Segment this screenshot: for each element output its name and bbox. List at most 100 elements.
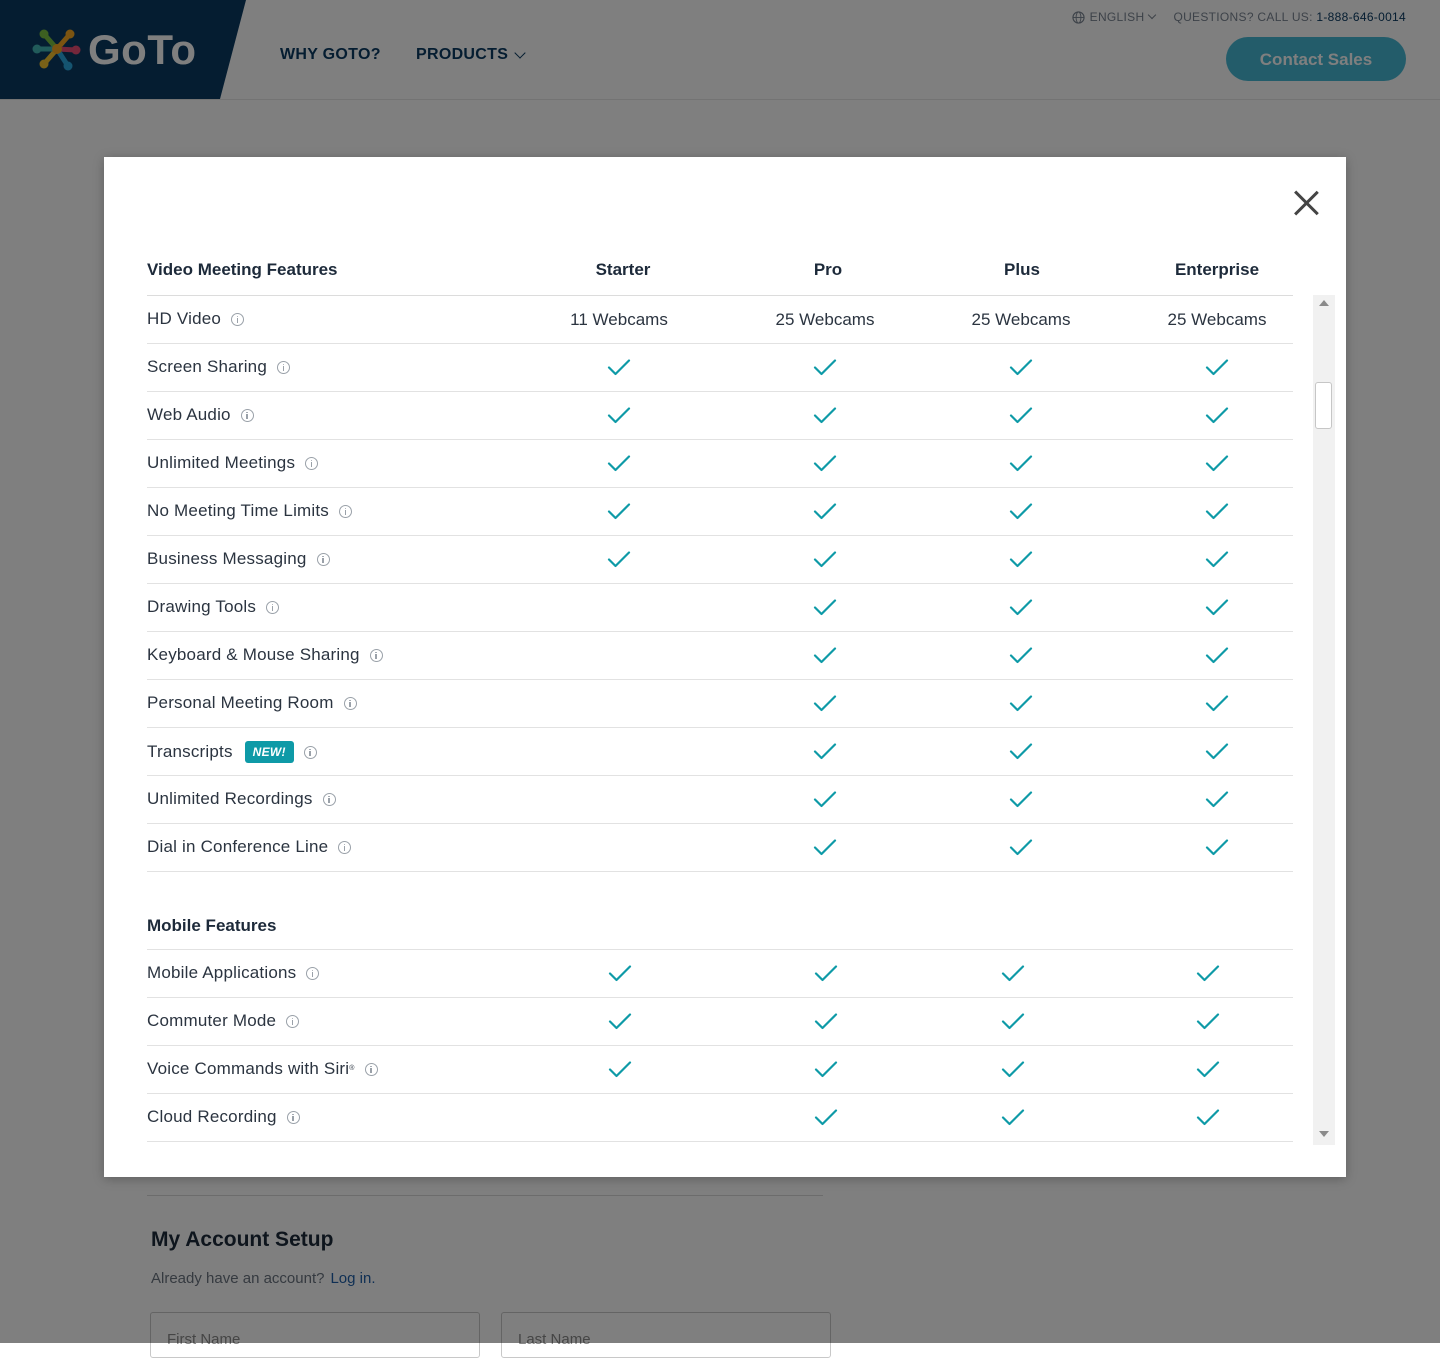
check-icon <box>607 359 631 376</box>
plan-header-enterprise: Enterprise <box>1174 260 1260 279</box>
check-icon <box>1205 791 1229 808</box>
info-icon[interactable] <box>369 648 383 662</box>
cell-plus <box>1009 584 1033 631</box>
cell-enterprise <box>1205 536 1229 583</box>
cell-plus <box>1009 728 1033 775</box>
info-icon[interactable] <box>306 966 320 980</box>
cell-starter <box>608 998 632 1045</box>
cell-pro <box>814 1094 838 1141</box>
check-icon <box>814 1013 838 1030</box>
check-icon <box>1205 407 1229 424</box>
cell-plus <box>1001 950 1025 997</box>
check-icon <box>1001 1061 1025 1078</box>
table-row: Mobile Applications <box>147 950 1293 998</box>
cell-enterprise <box>1205 728 1229 775</box>
check-icon <box>608 965 632 982</box>
feature-label: Keyboard & Mouse Sharing <box>147 645 383 665</box>
cell-plus <box>1009 536 1033 583</box>
check-icon <box>1009 743 1033 760</box>
info-icon[interactable] <box>339 504 353 518</box>
check-icon <box>1009 551 1033 568</box>
cell-enterprise <box>1205 824 1229 871</box>
cell-enterprise <box>1196 1046 1220 1093</box>
info-icon[interactable] <box>240 408 254 422</box>
info-icon[interactable] <box>305 456 319 470</box>
feature-name: Mobile Applications <box>147 963 297 982</box>
feature-label: Unlimited Meetings <box>147 453 319 473</box>
cell-starter <box>608 950 632 997</box>
feature-name: Keyboard & Mouse Sharing <box>147 645 360 664</box>
info-icon[interactable] <box>338 840 352 854</box>
cell-enterprise <box>1205 632 1229 679</box>
cell-starter <box>607 488 631 535</box>
cell-pro <box>813 344 837 391</box>
check-icon <box>1009 407 1033 424</box>
table-header: Video Meeting Features Starter Pro Plus … <box>147 254 1293 296</box>
feature-name: Unlimited Recordings <box>147 789 313 808</box>
info-icon[interactable] <box>286 1110 300 1124</box>
modal-scrollbar[interactable] <box>1313 295 1335 1145</box>
cell-starter: 11 Webcams <box>570 296 668 343</box>
cell-starter <box>607 440 631 487</box>
check-icon <box>1196 965 1220 982</box>
info-icon[interactable] <box>343 696 357 710</box>
table-row: Keyboard & Mouse Sharing <box>147 632 1293 680</box>
check-icon <box>813 407 837 424</box>
info-icon[interactable] <box>303 745 317 759</box>
table-row: HD Video 11 Webcams 25 Webcams 25 Webcams 25… <box>147 296 1293 344</box>
feature-label: Cloud Recording <box>147 1107 300 1127</box>
feature-name: Unlimited Meetings <box>147 453 296 472</box>
table-row: Drawing Tools <box>147 584 1293 632</box>
table-row: Screen Sharing <box>147 344 1293 392</box>
cell-enterprise <box>1205 344 1229 391</box>
feature-table-body[interactable]: HD Video 11 Webcams 25 Webcams 25 Webcams 25… <box>147 296 1293 1161</box>
info-icon[interactable] <box>316 552 330 566</box>
table-row: Business Messaging <box>147 536 1293 584</box>
check-icon <box>813 599 837 616</box>
feature-label: No Meeting Time Limits <box>147 501 353 521</box>
check-icon <box>1205 743 1229 760</box>
check-icon <box>1205 647 1229 664</box>
cell-pro <box>813 632 837 679</box>
check-icon <box>1009 455 1033 472</box>
check-icon <box>1196 1013 1220 1030</box>
scroll-down-arrow-icon[interactable] <box>1319 1131 1329 1137</box>
scroll-up-arrow-icon[interactable] <box>1319 300 1329 306</box>
cell-value: 11 Webcams <box>570 309 668 329</box>
check-icon <box>813 695 837 712</box>
check-icon <box>1196 1109 1220 1126</box>
info-icon[interactable] <box>231 312 245 326</box>
feature-label: Screen Sharing <box>147 357 290 377</box>
cell-starter <box>607 344 631 391</box>
cell-pro <box>813 728 837 775</box>
info-icon[interactable] <box>266 600 280 614</box>
feature-label: Dial in Conference Line <box>147 837 352 857</box>
feature-label: Voice Commands with Siri ® <box>147 1059 378 1079</box>
check-icon <box>814 965 838 982</box>
info-icon[interactable] <box>322 792 336 806</box>
info-icon[interactable] <box>276 360 290 374</box>
info-icon[interactable] <box>286 1014 300 1028</box>
close-icon[interactable] <box>1290 187 1322 219</box>
section-title: Mobile Features <box>147 916 277 935</box>
scrollbar-thumb[interactable] <box>1315 382 1332 429</box>
feature-name: Screen Sharing <box>147 357 267 376</box>
cell-value: 25 Webcams <box>971 309 1071 329</box>
check-icon <box>1205 455 1229 472</box>
table-row: Commuter Mode <box>147 998 1293 1046</box>
info-icon[interactable] <box>364 1062 378 1076</box>
cell-enterprise <box>1205 776 1229 823</box>
check-icon <box>1205 551 1229 568</box>
feature-label: Personal Meeting Room <box>147 693 357 713</box>
table-row: Voice Commands with Siri ® <box>147 1046 1293 1094</box>
check-icon <box>813 551 837 568</box>
check-icon <box>1205 503 1229 520</box>
cell-plus <box>1001 1094 1025 1141</box>
check-icon <box>608 1061 632 1078</box>
table-row: Cloud Recording <box>147 1094 1293 1142</box>
video-features-heading: Video Meeting Features <box>147 260 338 279</box>
cell-enterprise: 25 Webcams <box>1168 296 1267 343</box>
registered-mark: ® <box>349 1064 355 1072</box>
feature-comparison-modal: Video Meeting Features Starter Pro Plus … <box>104 157 1346 1177</box>
check-icon <box>1001 1109 1025 1126</box>
